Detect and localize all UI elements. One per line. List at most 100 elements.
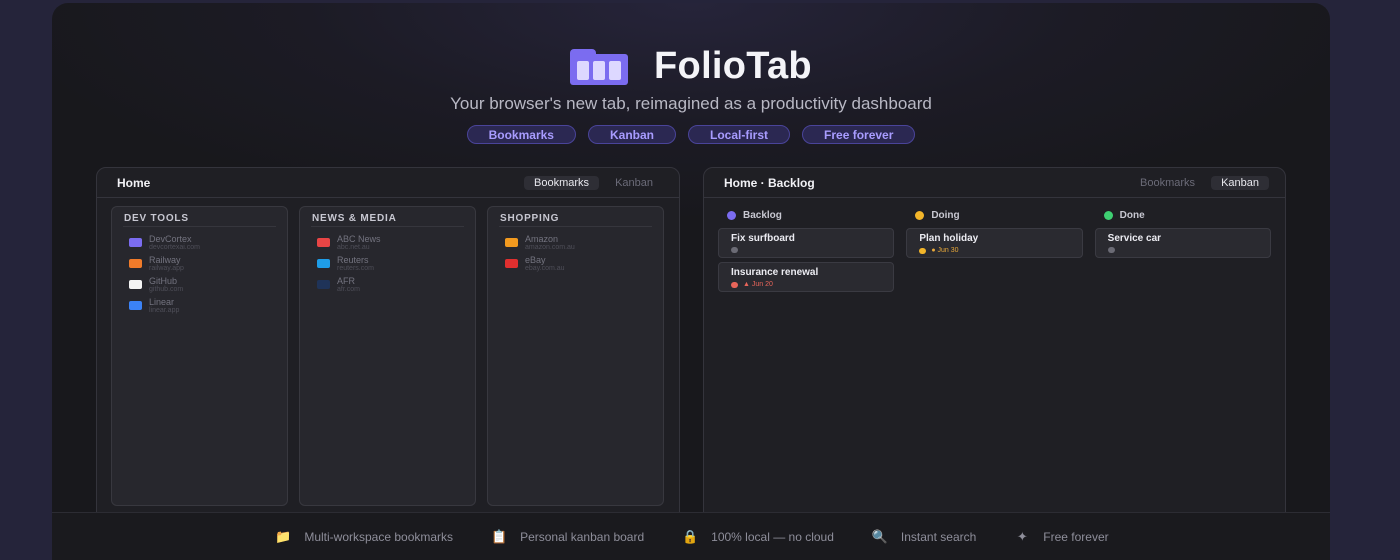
card-meta: ▲ Jun 20 (731, 281, 893, 288)
feature-label: Instant search (900, 529, 977, 544)
bookmark-url: railway.app (149, 265, 184, 272)
kanban-column: Doing Plan holiday ● Jun 30 (906, 208, 1083, 292)
bookmark-name: AFR (337, 276, 355, 286)
kanban-card[interactable]: Service car (1094, 228, 1271, 258)
tab-kanban[interactable]: Kanban (1211, 175, 1269, 190)
feature-label: Multi-workspace bookmarks (304, 529, 454, 544)
priority-dot-icon (1107, 247, 1115, 253)
column-header: Doing (906, 208, 1082, 222)
priority-dot-icon (731, 247, 738, 253)
bookmark-name: Amazon (525, 234, 559, 244)
bookmark-item[interactable]: ABC News abc.net.au (311, 234, 464, 252)
feature-item: 🔍 Instant search (870, 529, 976, 545)
bookmark-item[interactable]: Amazon amazon.com.au (499, 234, 652, 252)
bookmark-text: Linear linear.app (149, 297, 180, 315)
board-title: Home · Backlog (724, 175, 815, 190)
column-header: Backlog (718, 208, 894, 222)
bookmark-url: afr.com (337, 286, 360, 293)
card-meta (1107, 247, 1270, 253)
kanban-columns: Backlog Fix surfboard Insurance renewal ▲ J… (704, 198, 1285, 292)
bookmark-item[interactable]: DevCortex devcortexai.com (123, 234, 276, 252)
bookmark-item[interactable]: Railway railway.app (123, 255, 276, 273)
kanban-column: Done Service car (1094, 208, 1271, 292)
view-toggle: Bookmarks Kanban (1130, 175, 1269, 190)
favicon-icon (505, 238, 518, 247)
lock-icon: 🔒 (682, 528, 699, 544)
bookmark-item[interactable]: eBay ebay.com.au (499, 255, 652, 273)
sparkle-icon: ✦ (1016, 528, 1028, 544)
column-header: Done (1095, 208, 1271, 222)
bookmark-name: Linear (149, 297, 175, 307)
tab-bookmarks[interactable]: Bookmarks (1130, 176, 1205, 190)
bookmarks-panel: Home Bookmarks Kanban DEV TOOLS DevCortex… (96, 167, 680, 527)
promo-frame: FolioTab Your browser's new tab, reimagi… (52, 3, 1330, 560)
bookmark-text: Amazon amazon.com.au (525, 234, 575, 252)
brand-header: FolioTab (52, 45, 1330, 88)
workspace-title: Home (117, 175, 151, 190)
kanban-card[interactable]: Insurance renewal ▲ Jun 20 (718, 262, 895, 292)
kanban-card[interactable]: Fix surfboard (718, 228, 895, 258)
bookmark-text: DevCortex devcortexai.com (149, 234, 200, 252)
bookmark-text: GitHub github.com (149, 277, 184, 294)
kanban-column: Backlog Fix surfboard Insurance renewal ▲ J… (718, 208, 895, 292)
bookmark-url: github.com (149, 286, 184, 293)
panel-header: Home Bookmarks Kanban (97, 168, 679, 198)
bookmark-text: ABC News abc.net.au (337, 234, 381, 252)
column-name: Done (1119, 209, 1145, 221)
group-title: NEWS & MEDIA (311, 207, 464, 227)
favicon-icon (129, 301, 142, 310)
bookmark-text: Reuters reuters.com (337, 255, 374, 273)
bookmark-item[interactable]: Linear linear.app (123, 297, 276, 315)
bookmark-name: Reuters (337, 255, 369, 265)
bookmark-name: DevCortex (149, 234, 192, 244)
tab-kanban[interactable]: Kanban (605, 176, 663, 190)
card-title: Fix surfboard (731, 233, 795, 244)
app-subtitle: Your browser's new tab, reimagined as a … (450, 94, 932, 113)
favicon-icon (129, 238, 142, 247)
bookmark-name: Railway (149, 255, 181, 265)
pill-local-first: Local-first (688, 125, 791, 144)
feature-item: 🔒 100% local — no cloud (680, 529, 834, 545)
group-title: SHOPPING (499, 207, 652, 227)
panel-header: Home · Backlog Bookmarks Kanban (704, 168, 1285, 198)
favicon-icon (317, 259, 330, 268)
status-dot-icon (915, 210, 925, 220)
bookmark-url: linear.app (149, 307, 180, 314)
feature-footer: 📁 Multi-workspace bookmarks 📋 Personal kanb… (52, 512, 1330, 560)
bookmark-text: Railway railway.app (149, 255, 184, 273)
bookmark-columns: DEV TOOLS DevCortex devcortexai.com Railway… (97, 198, 679, 506)
card-title: Insurance renewal (731, 267, 819, 278)
bookmark-url: ebay.com.au (525, 265, 565, 272)
column-name: Doing (931, 209, 960, 221)
search-icon: 🔍 (871, 528, 888, 544)
bookmark-group: NEWS & MEDIA ABC News abc.net.au Reuters reu… (299, 206, 476, 506)
bookmark-name: ABC News (337, 234, 381, 244)
bookmark-url: devcortexai.com (149, 244, 200, 251)
card-meta (731, 247, 893, 253)
priority-dot-icon (919, 247, 927, 254)
tab-bookmarks[interactable]: Bookmarks (524, 175, 600, 190)
bookmark-url: reuters.com (337, 265, 374, 272)
bookmark-item[interactable]: Reuters reuters.com (311, 255, 464, 273)
bookmark-item[interactable]: GitHub github.com (123, 277, 276, 294)
feature-item: ✦ Free forever (1012, 528, 1109, 545)
bookmark-url: abc.net.au (337, 244, 370, 251)
folder-icon: 📁 (275, 528, 292, 544)
feature-label: Free forever (1043, 529, 1109, 544)
feature-pills: Bookmarks Kanban Local-first Free foreve… (52, 125, 1330, 144)
app-title: FolioTab (654, 45, 812, 87)
pill-bookmarks: Bookmarks (466, 125, 576, 144)
kanban-card[interactable]: Plan holiday ● Jun 30 (906, 228, 1083, 258)
bookmark-name: eBay (525, 255, 546, 265)
pill-free-forever: Free forever (802, 125, 916, 144)
view-toggle: Bookmarks Kanban (524, 175, 663, 190)
card-meta: ● Jun 30 (919, 247, 1081, 254)
bookmark-text: eBay ebay.com.au (525, 255, 565, 273)
due-date: ▲ Jun 20 (743, 281, 773, 288)
group-title: DEV TOOLS (123, 207, 276, 227)
feature-label: Personal kanban board (520, 529, 645, 544)
favicon-icon (317, 238, 330, 247)
clipboard-icon: 📋 (490, 528, 508, 544)
pill-kanban: Kanban (587, 125, 676, 144)
bookmark-item[interactable]: AFR afr.com (311, 276, 464, 293)
